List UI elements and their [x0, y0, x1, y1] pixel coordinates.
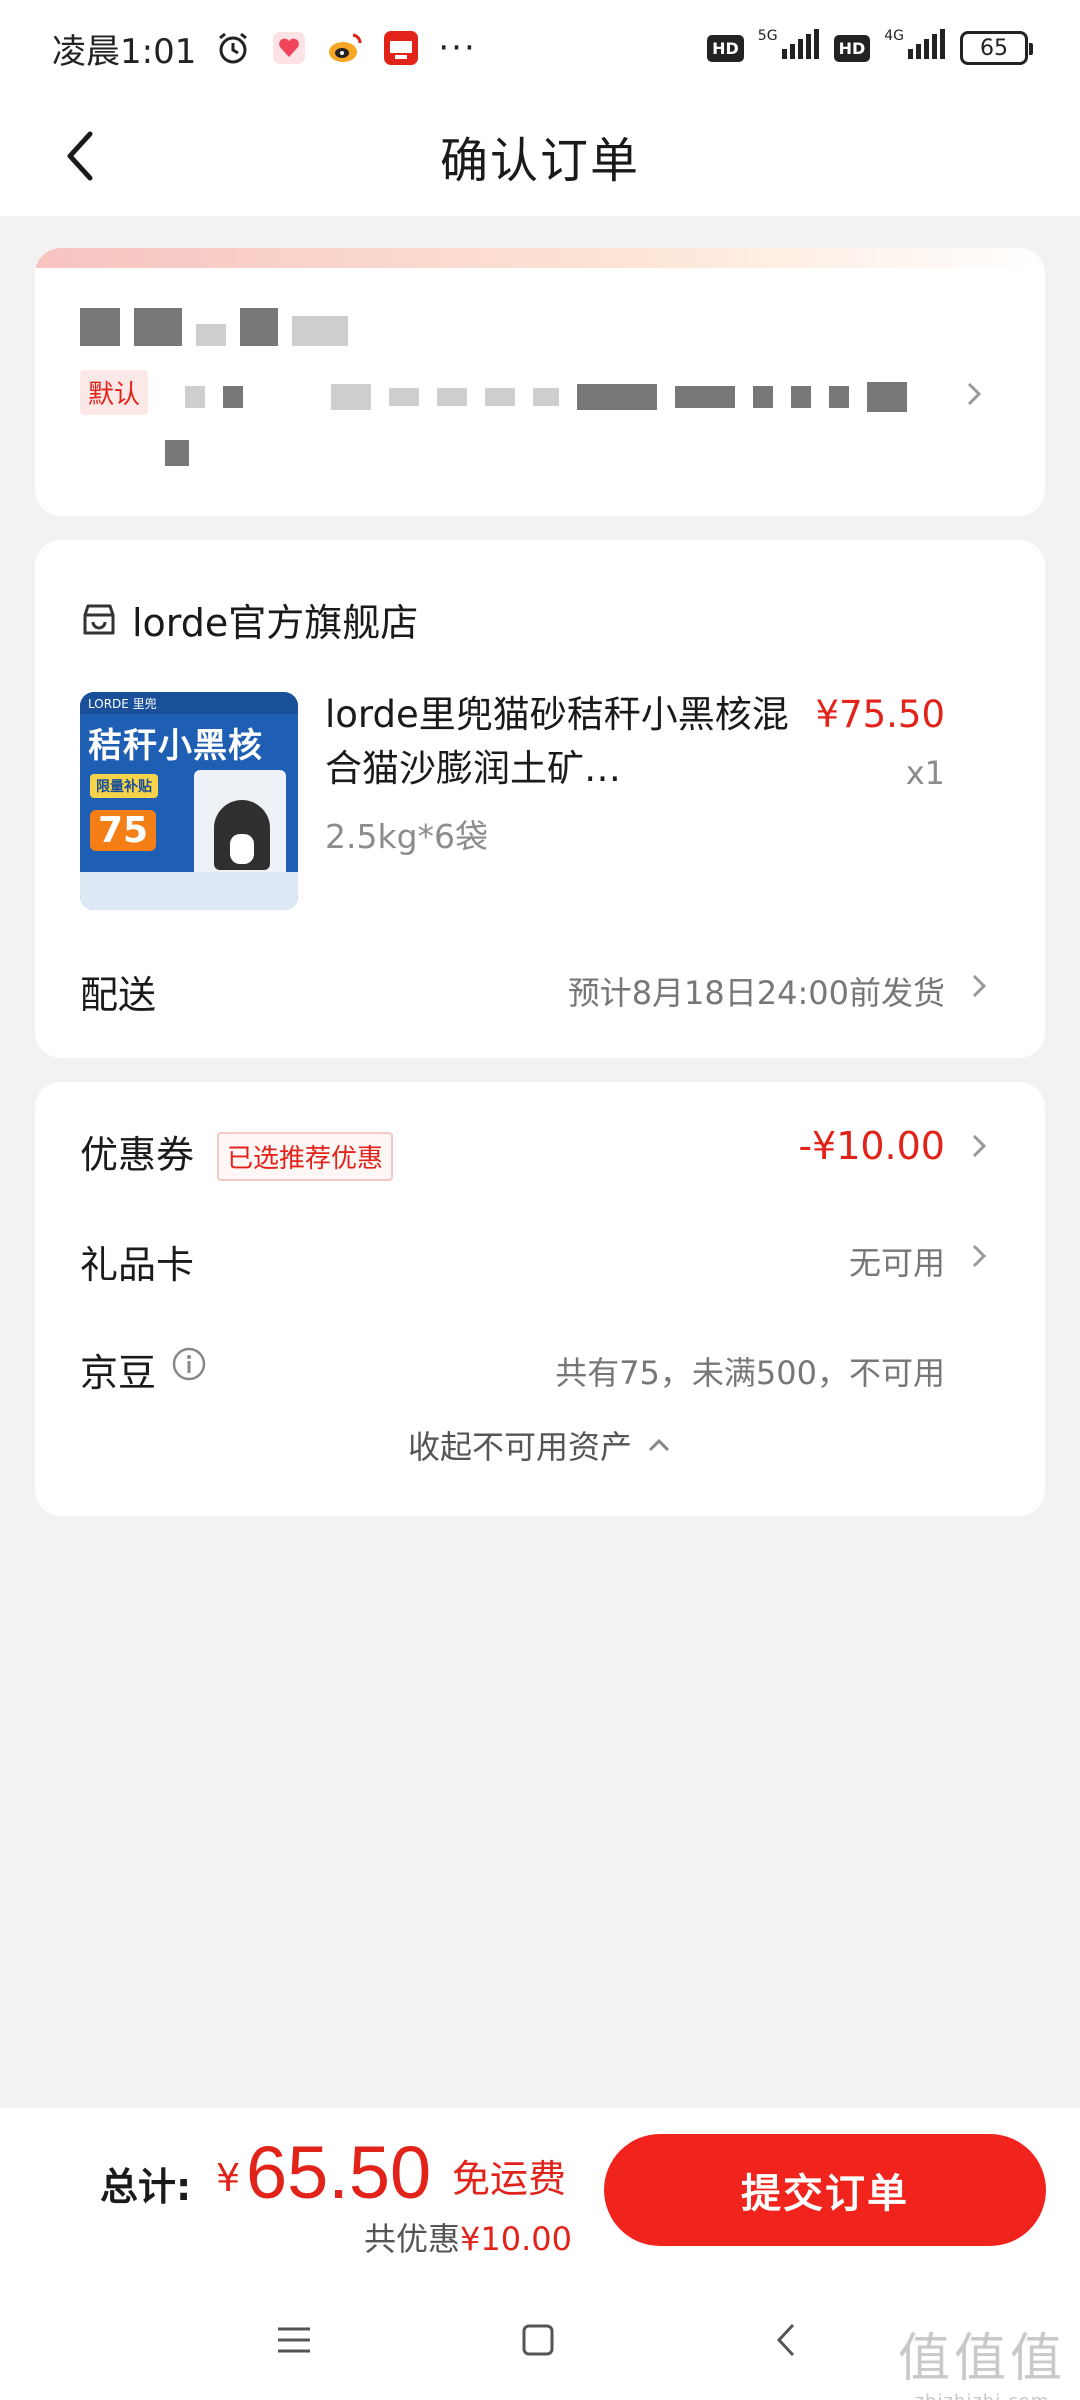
address-card-accent [35, 248, 1045, 268]
collapse-unavailable-button[interactable]: 收起不可用资产 [35, 1422, 1045, 1468]
product-image-brand: LORDE 里兜 [80, 692, 298, 714]
alarm-icon [214, 29, 252, 67]
collapse-label: 收起不可用资产 [407, 1428, 632, 1466]
product-image-title: 秸秆小黑核 [88, 726, 263, 766]
recipient-name-redacted [80, 308, 348, 346]
signal-icon-2 [906, 28, 946, 68]
total-savings: 共优惠¥10.00 [364, 2214, 572, 2260]
product-quantity: x1 [905, 754, 945, 792]
delivery-value: 预计8月18日24:00前发货 [567, 974, 945, 1012]
gift-card-label: 礼品卡 [80, 1243, 195, 1287]
gift-card-value: 无可用 [848, 1244, 945, 1282]
hd-badge-1: HD [707, 34, 744, 62]
delivery-label: 配送 [80, 973, 157, 1017]
back-nav-button[interactable] [756, 2314, 816, 2366]
savings-prefix: 共优惠 [364, 2220, 461, 2258]
cat-graphic [214, 800, 270, 870]
product-title[interactable]: lorde里兜猫砂秸秆小黑核混合猫沙膨润土矿… [325, 688, 795, 796]
back-button[interactable] [50, 122, 110, 190]
chevron-left-icon [67, 131, 93, 181]
watermark-glyphs: 值值值 [897, 2329, 1066, 2389]
discounts-card: 优惠券 已选推荐优惠 -¥10.00 礼品卡 无可用 京豆 共有75，未满500… [35, 1082, 1045, 1516]
product-image[interactable]: LORDE 里兜 秸秆小黑核 限量补贴 75 [80, 692, 298, 910]
product-price: ¥75.50 [815, 693, 945, 736]
watermark-url: zhizhizhi.com [898, 2391, 1066, 2400]
page-title: 确认订单 [439, 133, 640, 189]
coupon-value: -¥10.00 [798, 1124, 945, 1168]
store-card: lorde官方旗舰店 LORDE 里兜 秸秆小黑核 限量补贴 75 lorde里… [35, 540, 1045, 1058]
network-5g-label: 5G [757, 28, 778, 44]
coupon-label: 优惠券 [80, 1133, 195, 1177]
back-triangle-icon [776, 2323, 795, 2357]
store-header[interactable]: lorde官方旗舰店 [80, 592, 418, 647]
signal-icon-1 [780, 28, 820, 68]
store-icon [83, 604, 115, 634]
store-name: lorde官方旗舰店 [132, 601, 419, 645]
product-image-footer [80, 872, 298, 910]
hd-badge-2: HD [833, 34, 871, 62]
health-app-icon [270, 29, 308, 67]
chevron-right-icon [967, 382, 982, 406]
address-card[interactable]: 默认 [35, 248, 1045, 516]
chevron-right-icon [972, 1244, 987, 1268]
home-square-icon [522, 2324, 554, 2356]
site-watermark: 值值值 zhizhizhi.com [898, 2316, 1066, 2400]
more-indicator: ··· [438, 28, 477, 68]
address-line-redacted [185, 382, 907, 412]
status-bar: 凌晨1:01 ··· HD 5G HD 4G 65 [0, 0, 1080, 96]
product-image-badge: 限量补贴 [90, 774, 158, 798]
battery-indicator: 65 [960, 31, 1033, 65]
info-icon[interactable] [171, 1346, 207, 1382]
checkout-bar: 总计: ¥ 65.50 免运费 共优惠¥10.00 提交订单 [0, 2108, 1080, 2280]
page-header: 确认订单 [0, 96, 1080, 216]
total-amount: 65.50 [246, 2131, 432, 2214]
savings-amount: ¥10.00 [460, 2220, 572, 2258]
home-nav-button[interactable] [508, 2314, 568, 2366]
status-left: 凌晨1:01 ··· [52, 24, 477, 73]
total-currency: ¥ [216, 2156, 241, 2200]
product-image-price: 75 [90, 810, 157, 851]
network-4g-label: 4G [884, 28, 904, 44]
free-shipping-label: 免运费 [452, 2157, 567, 2201]
coupon-recommend-tag: 已选推荐优惠 [217, 1132, 394, 1181]
total-label: 总计: [100, 2165, 192, 2209]
chevron-right-icon [972, 1134, 987, 1158]
jingdou-value: 共有75，未满500，不可用 [555, 1354, 945, 1392]
menu-nav-button[interactable] [264, 2314, 324, 2366]
status-time: 凌晨1:01 [52, 31, 197, 72]
menu-icon [278, 2327, 310, 2353]
product-spec: 2.5kg*6袋 [325, 817, 489, 856]
address-line2-redacted [165, 440, 189, 470]
submit-order-button[interactable]: 提交订单 [604, 2134, 1046, 2246]
jingdou-label: 京豆 [80, 1351, 157, 1395]
app-badge-icon [382, 29, 420, 67]
default-address-tag: 默认 [80, 370, 149, 415]
weibo-icon [326, 29, 364, 67]
status-right: HD 5G HD 4G 65 [707, 28, 1033, 68]
chevron-right-icon [972, 974, 987, 998]
chevron-up-icon [648, 1438, 670, 1452]
